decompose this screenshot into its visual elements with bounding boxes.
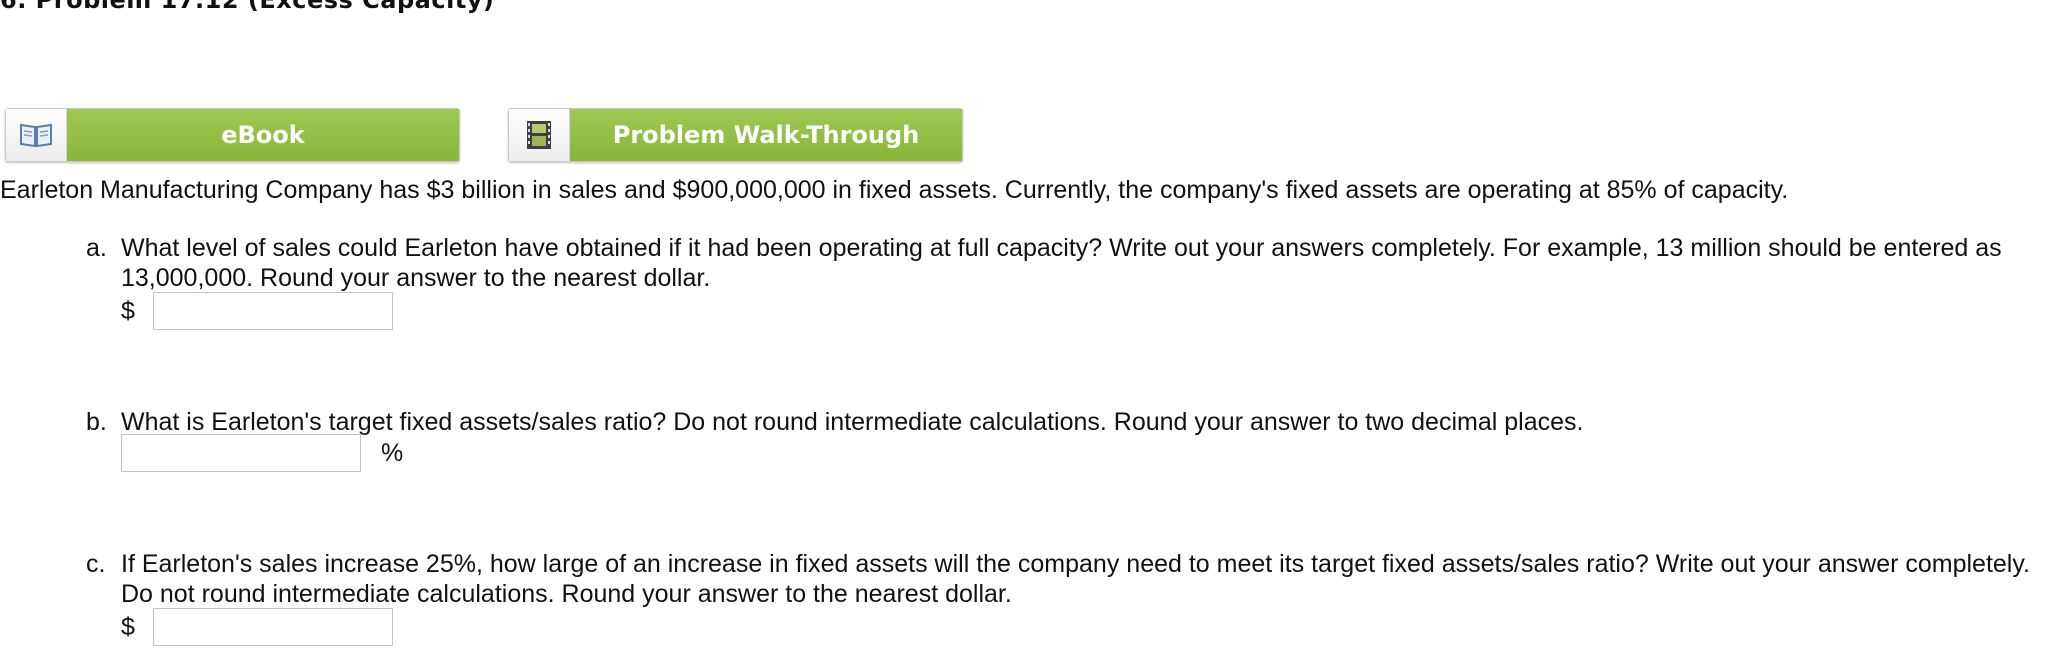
question-a: a. What level of sales could Earleton ha…	[86, 233, 2032, 293]
film-icon	[509, 109, 570, 161]
question-text: If Earleton's sales increase 25%, how la…	[121, 550, 2030, 608]
answer-row-b: %	[121, 434, 403, 472]
question-c: c. If Earleton's sales increase 25%, how…	[86, 549, 2032, 609]
question-b: b. What is Earleton's target fixed asset…	[86, 407, 2032, 437]
problem-walkthrough-button[interactable]: Problem Walk-Through	[508, 108, 963, 162]
problem-page: 6. Problem 17.12 (Excess Capacity) eBook	[0, 0, 2062, 672]
question-letter: a.	[86, 234, 107, 262]
walkthrough-label: Problem Walk-Through	[570, 109, 962, 161]
question-letter: c.	[86, 550, 106, 578]
percent-suffix: %	[381, 438, 404, 467]
answer-input-c[interactable]	[153, 608, 393, 646]
problem-intro: Earleton Manufacturing Company has $3 bi…	[0, 176, 1789, 204]
question-text: What level of sales could Earleton have …	[121, 234, 2002, 292]
book-icon	[6, 109, 67, 161]
problem-title: 6. Problem 17.12 (Excess Capacity)	[0, 0, 495, 14]
answer-input-a[interactable]	[153, 292, 393, 330]
question-text: What is Earleton's target fixed assets/s…	[121, 408, 1584, 436]
answer-row-a: $	[121, 292, 393, 330]
ebook-label: eBook	[67, 109, 459, 161]
answer-input-b[interactable]	[121, 434, 361, 472]
dollar-prefix: $	[121, 296, 135, 325]
ebook-button[interactable]: eBook	[5, 108, 460, 162]
answer-row-c: $	[121, 608, 393, 646]
dollar-prefix: $	[121, 612, 135, 641]
question-letter: b.	[86, 408, 107, 436]
